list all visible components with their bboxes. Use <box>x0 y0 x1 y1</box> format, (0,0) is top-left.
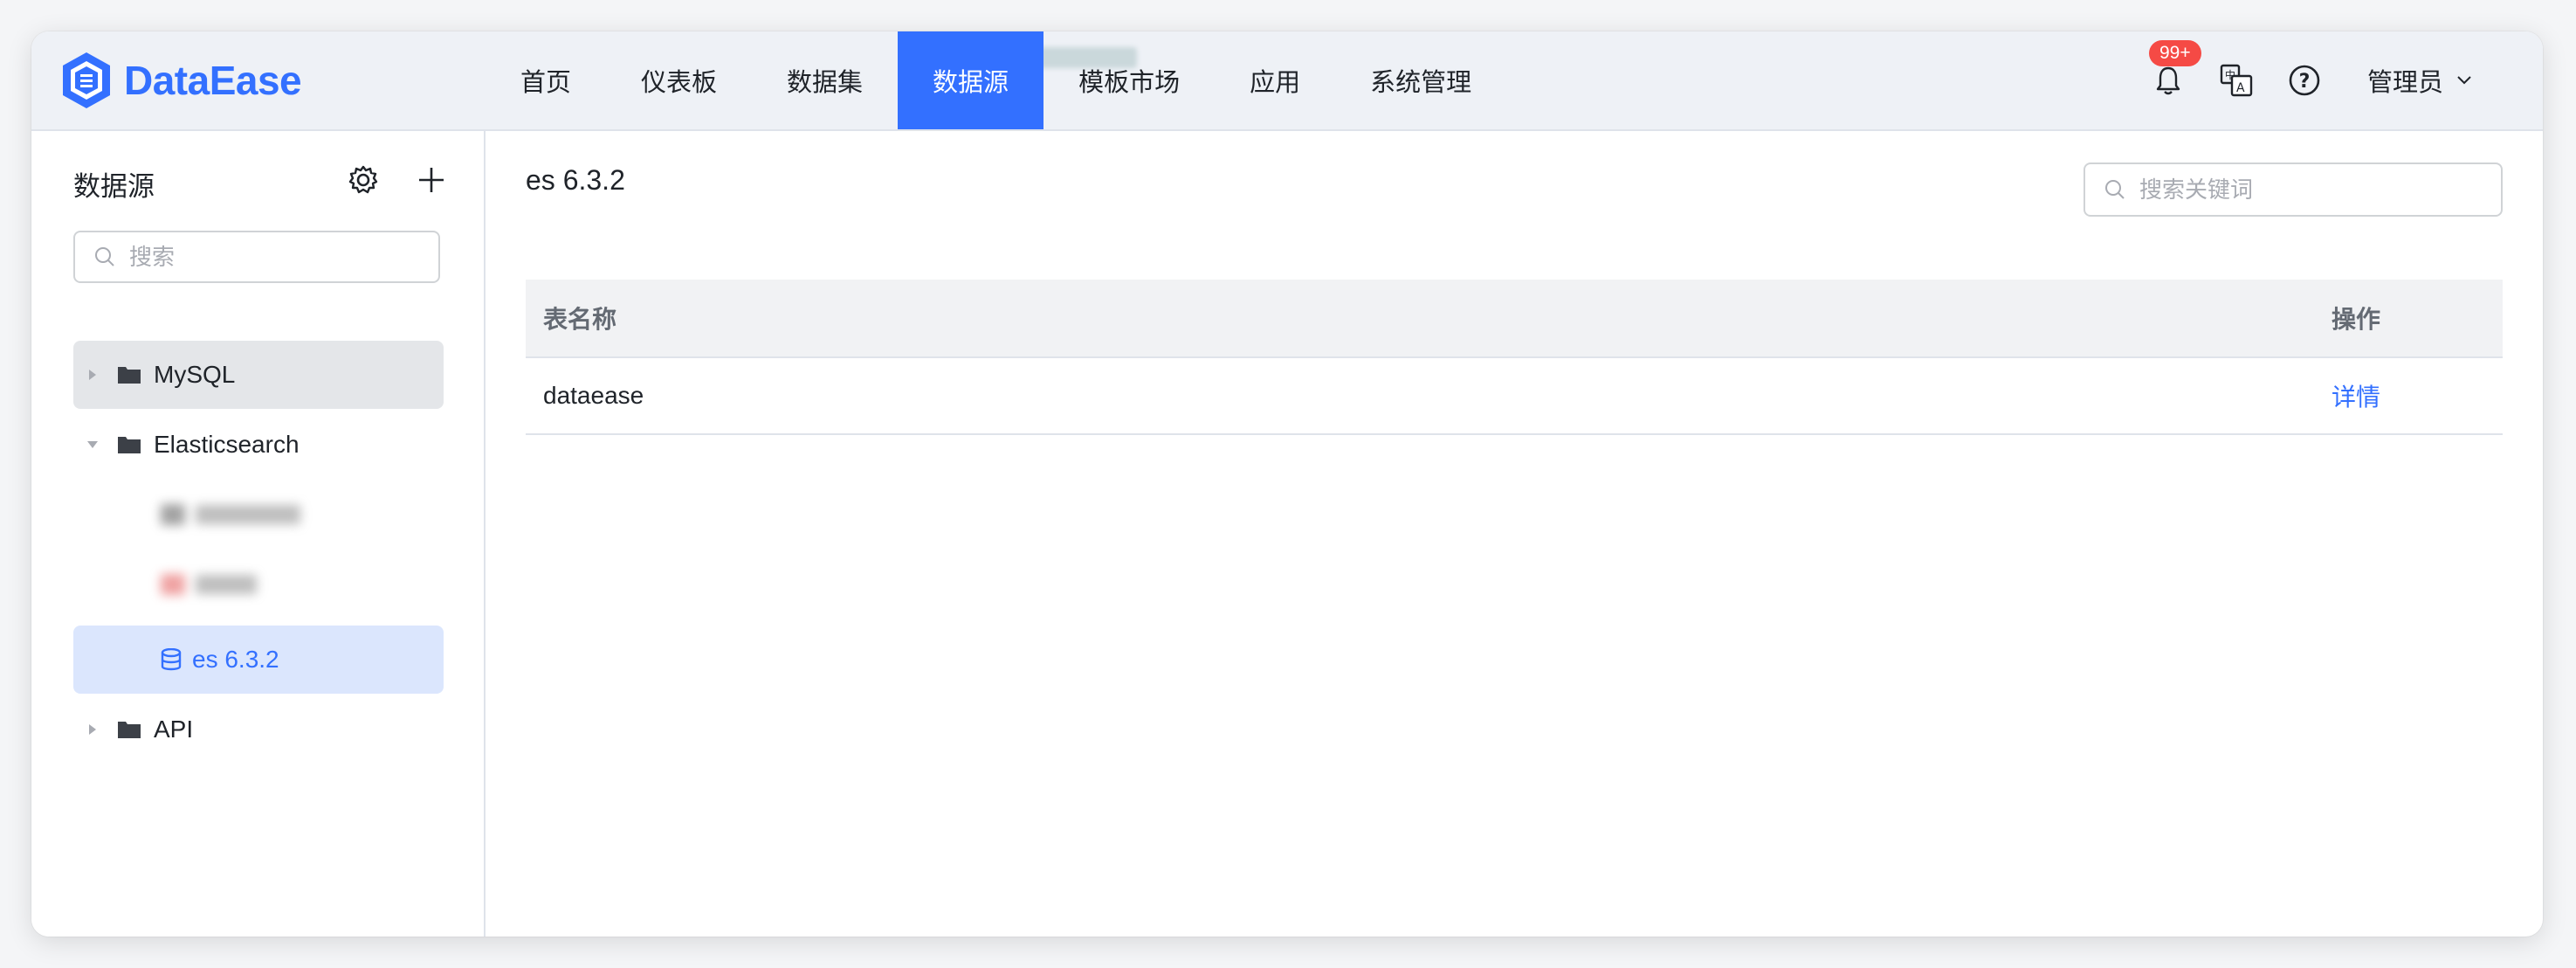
caret-right-icon[interactable] <box>80 717 105 742</box>
tree-item-label: es 6.3.2 <box>192 646 279 673</box>
table-header: 表名称 操作 <box>526 280 2503 358</box>
datasource-sidebar: 数据源 MySQL <box>31 131 486 937</box>
folder-icon <box>118 437 141 453</box>
app-logo-text: DataEase <box>124 58 302 103</box>
notification-button[interactable]: 99+ <box>2148 40 2201 98</box>
caret-down-icon[interactable] <box>80 432 105 457</box>
tree-item-label: MySQL <box>154 361 236 388</box>
tree-item-es-6-3-2[interactable]: es 6.3.2 <box>73 626 444 694</box>
app-window: DataEase 首页 仪表板 数据集 数据源 模板市场 应用 系统管理 99+ <box>31 31 2543 937</box>
tree-item-label: API <box>154 716 194 743</box>
bell-icon <box>2156 66 2180 95</box>
tree-item-mysql[interactable]: MySQL <box>73 341 444 409</box>
cell-table-name: dataease <box>543 382 644 409</box>
search-icon <box>95 247 114 266</box>
tree-item-redacted[interactable] <box>73 481 444 549</box>
table-search[interactable] <box>2084 162 2503 217</box>
translate-icon: 中 A <box>2220 64 2253 97</box>
nav-home[interactable]: 首页 <box>486 31 606 129</box>
folder-icon <box>118 367 141 384</box>
add-datasource-icon[interactable] <box>414 162 449 197</box>
nav-apps[interactable]: 应用 <box>1215 31 1335 129</box>
svg-text:中: 中 <box>2225 68 2235 81</box>
tree-item-label: Elasticsearch <box>154 431 300 458</box>
table-search-input[interactable] <box>2138 175 2490 204</box>
notification-badge: 99+ <box>2148 40 2201 66</box>
user-name: 管理员 <box>2366 69 2443 97</box>
nav-system-settings[interactable]: 系统管理 <box>1335 31 1506 129</box>
app-logo[interactable]: DataEase <box>59 49 302 112</box>
page-title: es 6.3.2 <box>526 164 625 196</box>
sidebar-search[interactable] <box>73 231 440 283</box>
header-actions: 99+ 中 A ? 管理员 <box>2148 31 2473 129</box>
cell-operation: 详情 <box>2314 378 2503 413</box>
help-icon: ? <box>2289 65 2320 96</box>
nav-dashboard[interactable]: 仪表板 <box>606 31 752 129</box>
tree-item-elasticsearch[interactable]: Elasticsearch <box>73 411 444 479</box>
tree-item-redacted[interactable] <box>73 550 444 619</box>
tree-item-api[interactable]: API <box>73 695 444 764</box>
caret-right-icon[interactable] <box>80 363 105 387</box>
header-table-name: 表名称 <box>543 306 617 333</box>
main-nav: 首页 仪表板 数据集 数据源 模板市场 应用 系统管理 <box>486 31 1506 129</box>
tables-table: 表名称 操作 dataease 详情 <box>526 280 2503 435</box>
search-icon <box>2105 180 2125 199</box>
user-menu[interactable]: 管理员 <box>2367 62 2473 99</box>
sidebar-title: 数据源 <box>73 171 155 202</box>
help-button[interactable]: ? <box>2287 63 2322 98</box>
folder-icon <box>118 722 141 738</box>
top-header: DataEase 首页 仪表板 数据集 数据源 模板市场 应用 系统管理 99+ <box>31 31 2543 131</box>
details-link[interactable]: 详情 <box>2331 384 2380 411</box>
svg-text:A: A <box>2236 81 2245 95</box>
main-content: es 6.3.2 表名称 操作 dataease 详情 <box>486 131 2543 937</box>
dataease-logo-icon <box>63 52 110 108</box>
table-row: dataease 详情 <box>526 358 2503 435</box>
language-button[interactable]: 中 A <box>2219 63 2254 98</box>
nav-datasource[interactable]: 数据源 <box>898 31 1044 129</box>
header-operation: 操作 <box>2331 306 2381 333</box>
database-icon <box>161 648 182 671</box>
nav-dataset[interactable]: 数据集 <box>752 31 898 129</box>
sidebar-search-input[interactable] <box>127 242 428 272</box>
nav-template-market[interactable]: 模板市场 <box>1043 31 1215 129</box>
svg-text:?: ? <box>2299 71 2311 93</box>
chevron-down-icon <box>2457 76 2471 85</box>
gear-icon[interactable] <box>346 162 381 197</box>
